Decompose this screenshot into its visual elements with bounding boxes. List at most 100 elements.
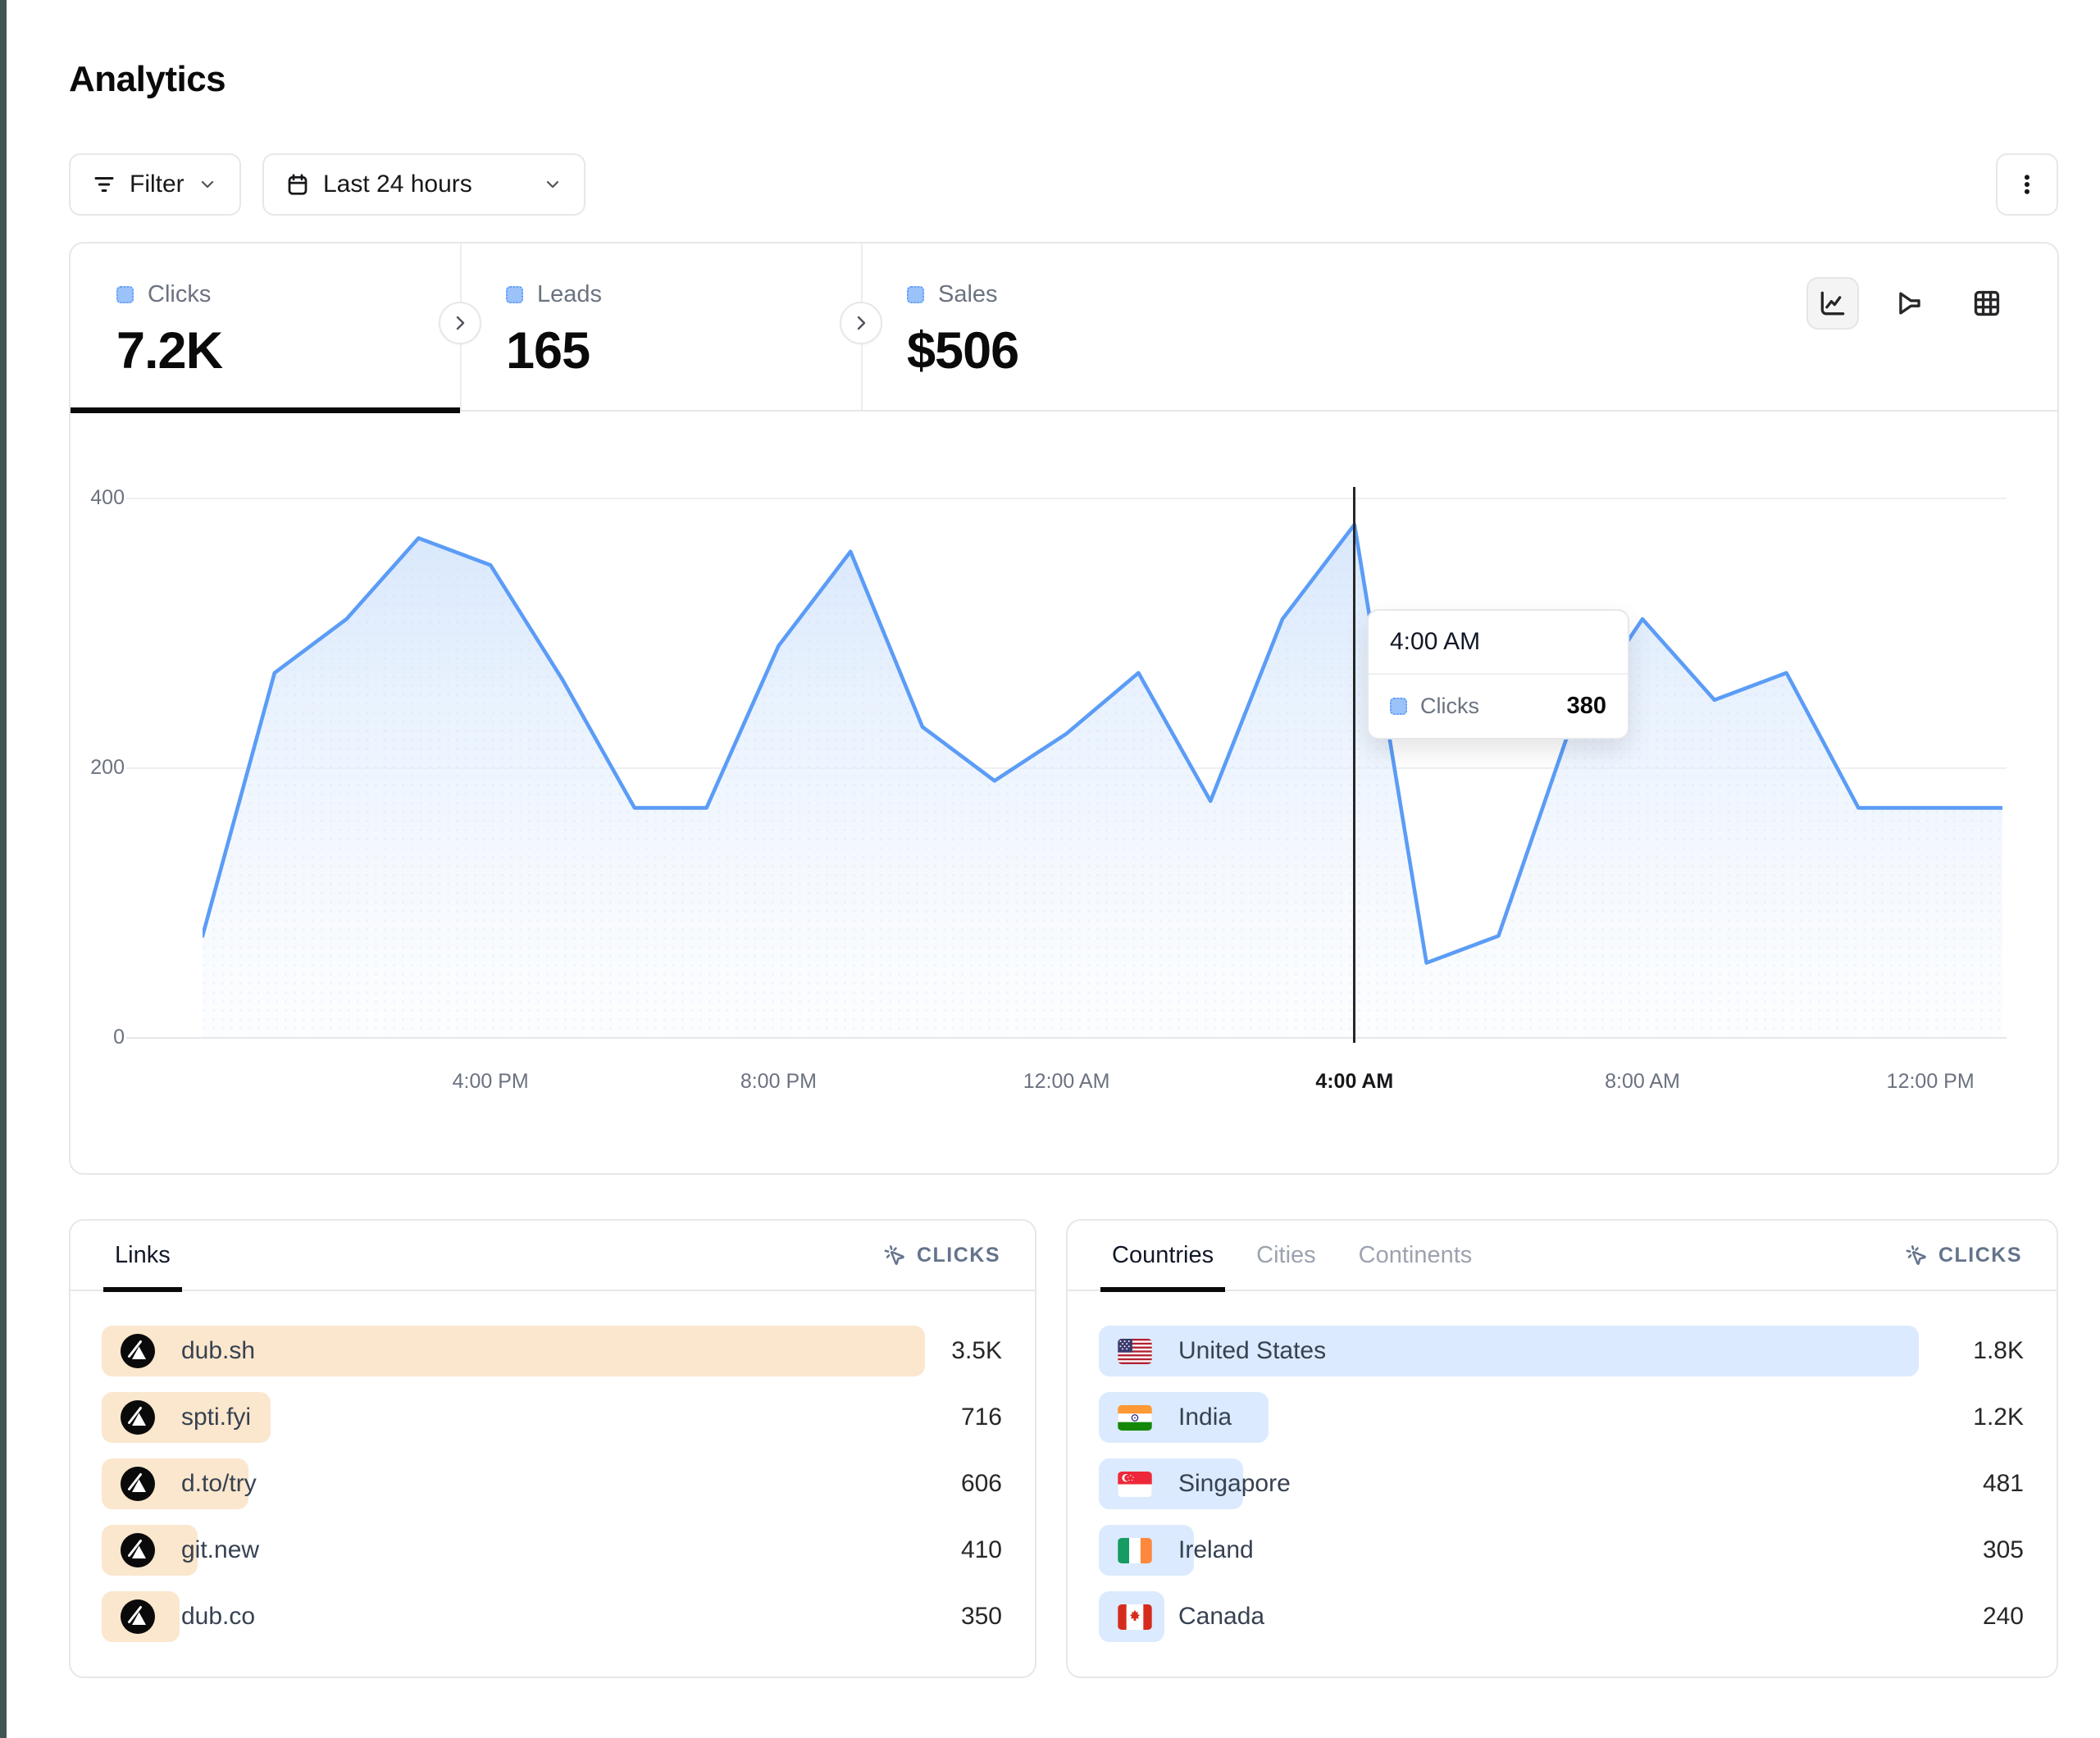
- calendar-icon: [285, 172, 310, 197]
- link-row-value: 716: [961, 1392, 1002, 1443]
- link-row[interactable]: spti.fyi716: [102, 1392, 1002, 1443]
- country-row[interactable]: Ireland 305: [1099, 1525, 2024, 1576]
- links-panel: Links CLICKS dub.sh 3.5K spti.fyi716 d.to/t…: [69, 1219, 1036, 1678]
- clicks-area-chart[interactable]: [203, 485, 2002, 1037]
- metric-label: CLICKS: [917, 1244, 1000, 1267]
- countries-metric-header[interactable]: CLICKS: [1904, 1243, 2022, 1267]
- date-range-value: Last 24 hours: [323, 171, 472, 198]
- country-row-value: 481: [1983, 1458, 2024, 1509]
- link-row[interactable]: dub.co350: [102, 1591, 1002, 1642]
- leads-legend-swatch: [506, 286, 523, 303]
- stat-label: Clicks: [148, 281, 211, 308]
- country-row[interactable]: India 1.2K: [1099, 1392, 2024, 1443]
- y-axis-tick-label: 400: [66, 486, 125, 510]
- funnel-chart-icon[interactable]: [1884, 277, 1936, 330]
- stat-label: Sales: [938, 281, 998, 308]
- country-row-label: India: [1178, 1404, 1232, 1431]
- x-axis-line: [126, 1037, 2007, 1039]
- stat-tab-leads[interactable]: Leads 165: [460, 243, 861, 410]
- clicks-legend-swatch: [1390, 698, 1407, 715]
- dub-logo-icon: [121, 1400, 155, 1435]
- tab-cities[interactable]: Cities: [1256, 1220, 1316, 1290]
- chart-crosshair-line: [1353, 487, 1355, 1043]
- table-grid-icon[interactable]: [1961, 277, 2013, 330]
- link-row[interactable]: d.to/try 606: [102, 1458, 1002, 1509]
- page-title: Analytics: [69, 59, 225, 100]
- x-axis-tick-label: 8:00 PM: [740, 1070, 817, 1094]
- x-axis-tick-label: 12:00 PM: [1887, 1070, 1975, 1094]
- india-flag-icon: [1118, 1405, 1152, 1431]
- links-panel-header: Links CLICKS: [71, 1221, 1035, 1291]
- x-axis-tick-label: 4:00 AM: [1315, 1070, 1393, 1094]
- country-row-label: Singapore: [1178, 1470, 1291, 1498]
- country-row[interactable]: United States 1.8K: [1099, 1326, 2024, 1376]
- tab-links[interactable]: Links: [115, 1220, 171, 1290]
- stat-value: 165: [506, 321, 861, 380]
- filter-bars-icon: [92, 172, 116, 197]
- chevron-down-icon: [198, 175, 217, 194]
- countries-panel: Countries Cities Continents CLICKS Unite…: [1066, 1219, 2058, 1678]
- cursor-click-icon: [1904, 1243, 1929, 1267]
- tooltip-value: 380: [1567, 693, 1606, 720]
- country-row-value: 1.8K: [1973, 1326, 2024, 1376]
- us-flag-icon: [1118, 1339, 1152, 1364]
- window-edge-decoration: [0, 0, 7, 1738]
- link-row[interactable]: dub.sh 3.5K: [102, 1326, 1002, 1376]
- country-row[interactable]: Canada 240: [1099, 1591, 2024, 1642]
- link-row[interactable]: git.new 410: [102, 1525, 1002, 1576]
- country-row[interactable]: Singapore 481: [1099, 1458, 2024, 1509]
- stat-tab-sales[interactable]: Sales $506: [861, 243, 1320, 410]
- link-row-value: 410: [961, 1525, 1002, 1576]
- link-row-label: dub.sh: [181, 1337, 255, 1365]
- link-row-value: 606: [961, 1458, 1002, 1509]
- link-row-label: d.to/try: [181, 1470, 257, 1498]
- ireland-flag-icon: [1118, 1538, 1152, 1563]
- x-axis-tick-label: 8:00 AM: [1605, 1070, 1680, 1094]
- stat-value: 7.2K: [116, 321, 460, 380]
- clicks-legend-swatch: [116, 286, 134, 303]
- line-chart-icon[interactable]: [1806, 277, 1859, 330]
- tooltip-time: 4:00 AM: [1369, 611, 1628, 675]
- more-options-button[interactable]: [1996, 153, 2058, 216]
- dub-logo-icon: [121, 1599, 155, 1634]
- country-row-value: 1.2K: [1973, 1392, 2024, 1443]
- next-stat-button[interactable]: [439, 302, 481, 344]
- filter-button[interactable]: Filter: [69, 153, 241, 216]
- filter-button-label: Filter: [130, 171, 184, 198]
- tooltip-series-label: Clicks: [1420, 694, 1554, 719]
- x-axis-tick-label: 12:00 AM: [1023, 1070, 1110, 1094]
- date-range-button[interactable]: Last 24 hours: [262, 153, 585, 216]
- dub-logo-icon: [121, 1467, 155, 1501]
- countries-rows: United States 1.8K India 1.2K Singapore 481 Ir…: [1099, 1291, 2024, 1642]
- x-axis-tick-label: 4:00 PM: [453, 1070, 529, 1094]
- analytics-page: Analytics Filter Last 24 hours: [0, 0, 2100, 1738]
- link-row-value: 350: [961, 1591, 1002, 1642]
- countries-panel-header: Countries Cities Continents CLICKS: [1068, 1221, 2057, 1291]
- link-row-label: git.new: [181, 1536, 259, 1564]
- links-rows: dub.sh 3.5K spti.fyi716 d.to/try 606 git.new 4…: [102, 1291, 1002, 1642]
- metric-label: CLICKS: [1938, 1244, 2022, 1267]
- country-row-value: 305: [1983, 1525, 2024, 1576]
- y-axis-tick-label: 200: [66, 756, 125, 780]
- stats-row: Clicks 7.2K Leads 165 Sales $506: [71, 243, 2057, 412]
- stat-tab-clicks[interactable]: Clicks 7.2K: [71, 243, 460, 410]
- next-stat-button[interactable]: [840, 302, 882, 344]
- tab-continents[interactable]: Continents: [1359, 1220, 1473, 1290]
- kebab-menu-icon: [2015, 172, 2039, 197]
- link-row-value: 3.5K: [951, 1326, 1002, 1376]
- country-row-label: Canada: [1178, 1603, 1264, 1631]
- dub-logo-icon: [121, 1533, 155, 1567]
- links-metric-header[interactable]: CLICKS: [882, 1243, 1000, 1267]
- tab-countries[interactable]: Countries: [1112, 1220, 1214, 1290]
- country-row-label: Ireland: [1178, 1536, 1254, 1564]
- dub-logo-icon: [121, 1334, 155, 1368]
- y-axis-tick-label: 0: [66, 1026, 125, 1049]
- chart-tooltip: 4:00 AM Clicks 380: [1367, 609, 1629, 739]
- sales-legend-swatch: [907, 286, 924, 303]
- stat-label: Leads: [537, 281, 602, 308]
- country-row-value: 240: [1983, 1591, 2024, 1642]
- canada-flag-icon: [1118, 1604, 1152, 1630]
- chevron-down-icon: [543, 175, 563, 194]
- chart-type-toggle: [1806, 277, 2013, 330]
- country-row-label: United States: [1178, 1337, 1326, 1365]
